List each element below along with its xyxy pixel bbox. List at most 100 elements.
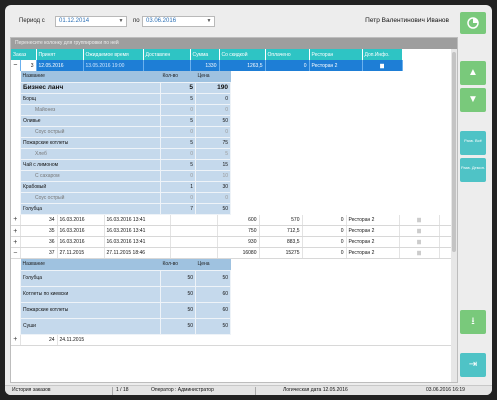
info-icon[interactable]: ▆ [399, 214, 440, 226]
detail-qty: 50 [160, 269, 196, 287]
detail-price: 75 [195, 136, 231, 149]
cell-sum: 750 [217, 225, 260, 237]
filter-bar: Период с 01.12.2014 ▼ по 03.06.2016 ▼ Пе… [5, 5, 455, 33]
cell-order: 3 [20, 60, 37, 71]
col-paid[interactable]: Оплачено [265, 49, 310, 60]
move-up-button[interactable]: ▲ [460, 61, 486, 85]
cell-spacer [402, 60, 454, 71]
arrow-up-icon: ▲ [468, 67, 478, 78]
collapse-all-button[interactable]: Разв. Демон. [460, 158, 486, 182]
detail-header: Название Кол-во Цена [20, 71, 231, 82]
detail-row[interactable]: Котлеты по киевски 50 60 [20, 285, 231, 303]
cell-expected: 16.03.2016 13:41 [104, 225, 171, 237]
expand-icon[interactable]: + [11, 214, 21, 226]
report-button[interactable] [460, 12, 486, 34]
date-from-field[interactable]: 01.12.2014 ▼ [55, 16, 127, 27]
scrollbar-thumb[interactable] [452, 52, 456, 252]
detail-price: 0 [195, 92, 231, 105]
expand-all-label: Разв. Всё [464, 138, 482, 143]
expand-icon[interactable]: + [11, 334, 21, 346]
col-restaurant[interactable]: Ресторан [309, 49, 363, 60]
cell-order: 35 [20, 225, 58, 237]
col-expected[interactable]: Ожидаемое время [83, 49, 144, 60]
detail-name: Суши [20, 317, 161, 335]
detail-row[interactable]: Оливье 5 50 [20, 114, 231, 127]
cell-delivered [170, 225, 218, 237]
cell-sum: 16080 [217, 247, 260, 259]
to-label: по [133, 18, 140, 24]
collapse-icon[interactable]: − [11, 247, 21, 259]
info-icon[interactable]: ▆ [399, 247, 440, 259]
detail-header: Название Кол-во Цена [20, 259, 231, 270]
cell-discount: 570 [259, 214, 303, 226]
table-row[interactable]: −37 27.11.2015 27.11.2015 18:46 16080 15275 0… [11, 247, 454, 259]
detail-price: 60 [195, 285, 231, 303]
col-accepted[interactable]: Принят [36, 49, 84, 60]
status-bar: История заказов 1 / 18 Оператор : Админи… [5, 385, 492, 395]
detail-row[interactable]: Крабовый 1 30 [20, 180, 231, 193]
orders-table: Заказ Принят Ожидаемое время Доставлен С… [11, 49, 454, 71]
chevron-down-icon[interactable]: ▼ [205, 18, 213, 25]
cell-sum: 930 [217, 236, 260, 248]
collapse-all-label: Разв. Демон. [460, 165, 486, 170]
detail-row[interactable]: Пожарские котлеты 50 60 [20, 301, 231, 319]
detail-row[interactable]: Хлеб 0 5 [20, 147, 231, 160]
cell-expected: 16.03.2016 13:41 [104, 236, 171, 248]
table-row[interactable]: + 24 24.11.2015 [11, 334, 454, 346]
detail-row[interactable]: Соус острый 0 0 [20, 191, 231, 204]
col-sum[interactable]: Сумма [190, 49, 220, 60]
table-row[interactable]: +35 16.03.2016 16.03.2016 13:41 750 712,5 0 Ре… [11, 225, 454, 237]
detail-table-2: Название Кол-во Цена Голубца 50 50 Котлеты … [20, 259, 231, 335]
col-discount[interactable]: Со скидкой [219, 49, 266, 60]
col-order[interactable]: Заказ [11, 49, 37, 60]
col-info[interactable]: Доп.Инфо. [362, 49, 403, 60]
orders-table-tail: + 24 24.11.2015 [11, 334, 454, 346]
detail-row[interactable]: Суши 50 50 [20, 317, 231, 335]
detail-row[interactable]: Майонез 0 0 [20, 103, 231, 116]
col-spacer [402, 49, 454, 60]
col-delivered[interactable]: Доставлен [143, 49, 191, 60]
detail-qty: 0 [160, 147, 196, 160]
cell-restaurant: Ресторан 2 [346, 236, 400, 248]
detail-row[interactable]: Голубца 50 50 [20, 269, 231, 287]
detail-price: 30 [195, 180, 231, 193]
exit-button[interactable]: ⇥ [460, 353, 486, 377]
arrow-down-icon: ▼ [468, 94, 478, 105]
detail-row[interactable]: Соус острый 0 0 [20, 125, 231, 138]
status-divider [112, 387, 113, 395]
date-from-value: 01.12.2014 [59, 18, 90, 24]
expand-all-button[interactable]: Разв. Всё [460, 131, 486, 155]
expand-icon[interactable]: + [11, 236, 21, 248]
table-row[interactable]: +36 16.03.2016 16.03.2016 13:41 930 883,5 0 Ре… [11, 236, 454, 248]
table-header: Заказ Принят Ожидаемое время Доставлен С… [11, 49, 454, 60]
export-button[interactable]: ⭳ [460, 310, 486, 334]
collapse-icon[interactable]: − [11, 60, 21, 71]
detail-row[interactable]: Чай с лимоном 5 15 [20, 158, 231, 171]
detail-name: Чай с лимоном [20, 158, 161, 171]
table-row-selected[interactable]: − 3 12.05.2016 13.05.2016 19:00 1330 126… [11, 60, 454, 71]
vertical-scrollbar[interactable] [451, 49, 457, 382]
detail-name: Борщ [20, 92, 161, 105]
date-to-field[interactable]: 03.06.2016 ▼ [142, 16, 215, 27]
detail-row[interactable]: С сахаром 0 10 [20, 169, 231, 182]
cell-order: 24 [20, 334, 58, 346]
cell-delivered [143, 60, 191, 71]
info-icon[interactable]: ▆ [399, 236, 440, 248]
detail-row[interactable]: Голубца 7 50 [20, 202, 231, 215]
detail-qty: 50 [160, 285, 196, 303]
move-down-button[interactable]: ▼ [460, 88, 486, 112]
detail-row[interactable]: Борщ 5 0 [20, 92, 231, 105]
info-icon[interactable]: ▆ [362, 60, 403, 71]
cell-restaurant: Ресторан 2 [346, 225, 400, 237]
expand-icon[interactable]: + [11, 225, 21, 237]
detail-row[interactable]: Пожарские котлеты 5 75 [20, 136, 231, 149]
detail-name: Котлеты по киевски [20, 285, 161, 303]
chevron-down-icon[interactable]: ▼ [117, 18, 125, 25]
info-icon[interactable]: ▆ [399, 225, 440, 237]
cell-accepted: 12.05.2016 [36, 60, 84, 71]
detail-row[interactable]: Бизнес ланч 5 190 [20, 81, 231, 94]
detail-col-price: Цена [195, 71, 231, 82]
detail-price: 50 [195, 269, 231, 287]
detail-name: Майонез [20, 103, 161, 116]
table-row[interactable]: +34 16.03.2016 16.03.2016 13:41 600 570 0 Рест… [11, 214, 454, 226]
